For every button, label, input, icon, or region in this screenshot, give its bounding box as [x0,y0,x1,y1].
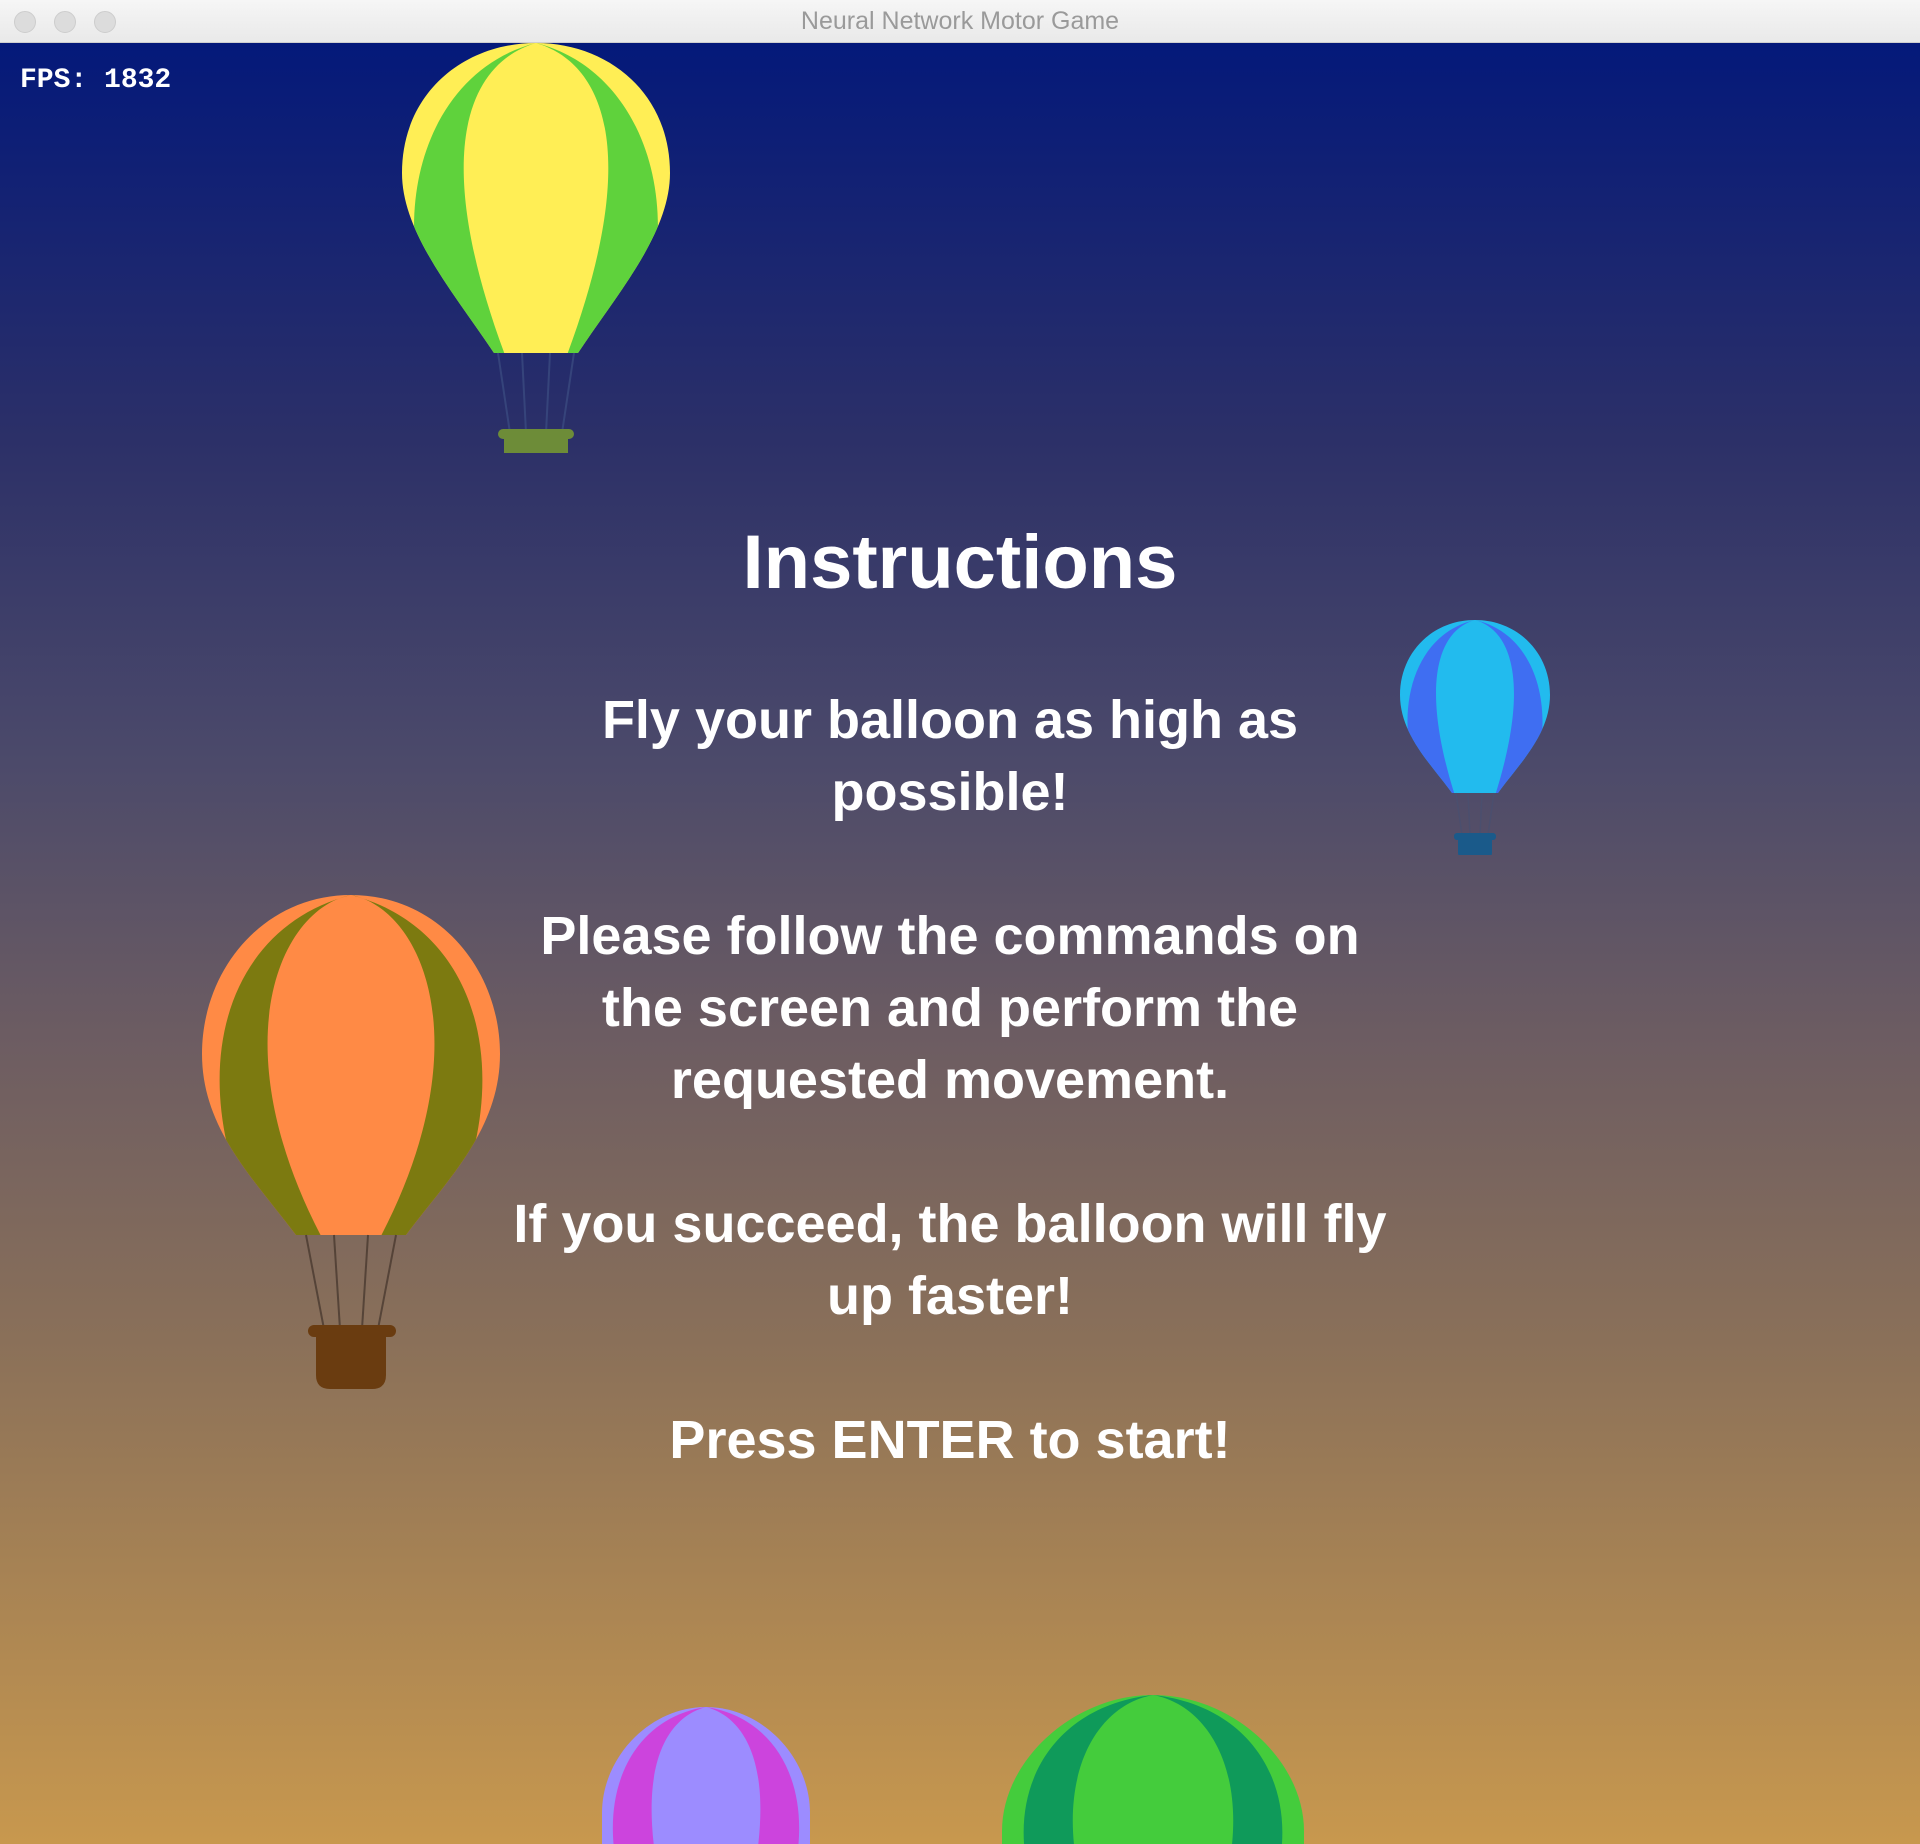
instruction-reward: If you succeed, the balloon will fly up … [513,1194,1387,1326]
balloon-orange-olive [202,895,500,1389]
instructions-title: Instructions [742,520,1178,605]
balloon-green [1002,1695,1304,1844]
instruction-commands: Please follow the commands on the screen… [540,906,1360,1110]
balloon-blue-cyan [1400,620,1550,855]
game-window: Neural Network Motor Game FPS: 1832 Inst… [0,0,1920,1844]
balloon-purple-magenta [602,1707,810,1844]
fps-counter: FPS: 1832 [20,65,172,96]
title-bar[interactable]: Neural Network Motor Game [0,0,1920,43]
balloon-yellow-green [402,43,670,453]
game-canvas[interactable]: FPS: 1832 Instructions Fly your balloon … [0,43,1920,1844]
window-title: Neural Network Motor Game [800,7,1120,35]
instruction-goal: Fly your balloon as high as possible! [601,690,1299,822]
press-enter-prompt: Press ENTER to start! [669,1410,1231,1470]
